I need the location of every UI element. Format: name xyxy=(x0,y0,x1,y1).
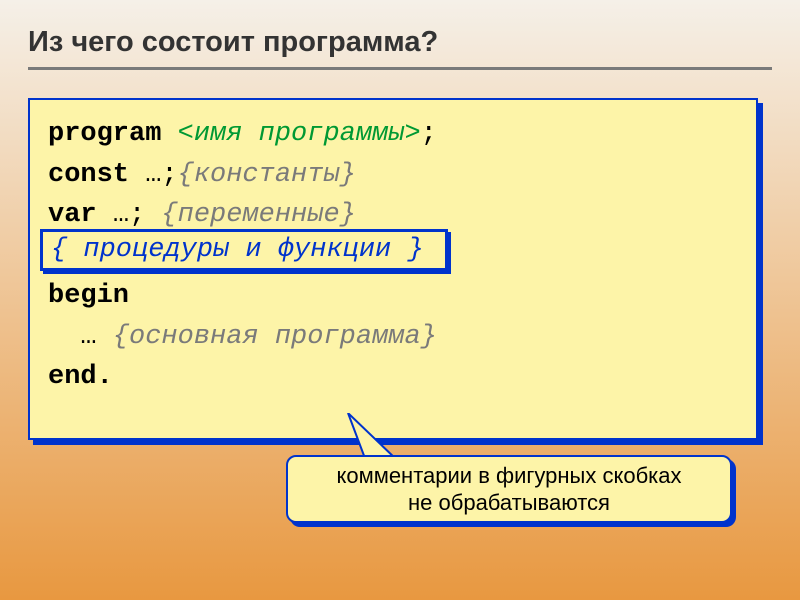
comment-var: {переменные} xyxy=(161,200,355,230)
semicolon: ; xyxy=(421,119,437,149)
code-line-begin: begin xyxy=(48,276,738,317)
comment-main: {основная программа} xyxy=(113,322,437,352)
main-indent: … xyxy=(48,322,113,352)
code-line-main: … {основная программа} xyxy=(48,317,738,358)
header: Из чего состоит программа? xyxy=(0,0,800,80)
code-line-end: end. xyxy=(48,357,738,398)
keyword-var: var xyxy=(48,200,113,230)
keyword-end: end. xyxy=(48,362,113,392)
keyword-begin: begin xyxy=(48,281,129,311)
proc-func-box: { процедуры и функции } xyxy=(40,229,448,271)
callout-text: комментарии в фигурных скобках не обраба… xyxy=(336,462,681,517)
callout-box: комментарии в фигурных скобках не обраба… xyxy=(286,455,732,523)
proc-func-text: { процедуры и функции } xyxy=(51,235,424,265)
code-line-const: const …;{константы} xyxy=(48,155,738,196)
title-underline xyxy=(28,67,772,70)
keyword-const: const xyxy=(48,160,145,190)
code-line-program: program <имя программы>; xyxy=(48,114,738,155)
keyword-program: program xyxy=(48,119,178,149)
callout-line1: комментарии в фигурных скобках xyxy=(336,463,681,488)
var-rest: …; xyxy=(113,200,162,230)
page-title: Из чего состоит программа? xyxy=(28,26,772,59)
callout-line2: не обрабатываются xyxy=(408,490,610,515)
const-rest: …; xyxy=(145,160,177,190)
comment-const: {константы} xyxy=(178,160,356,190)
program-name-placeholder: <имя программы> xyxy=(178,119,421,149)
